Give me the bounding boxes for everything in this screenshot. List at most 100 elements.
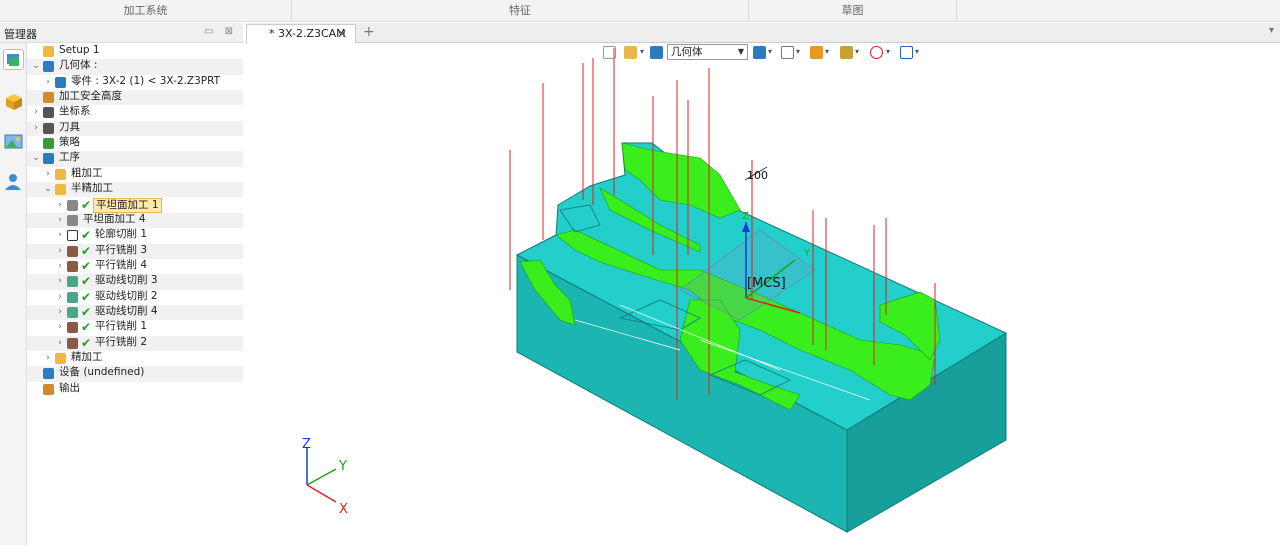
operation-icon [43, 153, 54, 165]
expand-icon[interactable]: › [55, 305, 65, 320]
expand-icon[interactable]: › [55, 213, 65, 228]
chevron-down-icon[interactable]: ▾ [855, 47, 859, 56]
pick-tool-icon[interactable] [624, 46, 637, 59]
drive-curve-icon [67, 276, 78, 288]
contour-icon [67, 230, 78, 242]
tree-item-label: 粗加工 [71, 166, 103, 179]
chevron-down-icon[interactable]: ▾ [796, 47, 800, 56]
tree-item-label: 加工安全高度 [59, 90, 122, 103]
tree-row[interactable]: Setup 1 [27, 44, 243, 59]
tree-row[interactable]: › ✔ 平坦面加工 1 [27, 197, 243, 213]
machine-icon [43, 368, 54, 380]
flat-machining-icon [67, 214, 78, 226]
tree-row[interactable]: 策略 [27, 136, 243, 151]
close-tab-icon[interactable]: ✕ [337, 25, 347, 43]
tree-row[interactable]: 设备 (undefined) [27, 366, 243, 382]
manager-header: 管理器 ▭ ⊠ [0, 23, 243, 43]
safe-height-icon [43, 92, 54, 104]
tree-row[interactable]: › 刀具 [27, 120, 243, 137]
add-tab-icon[interactable]: + [363, 24, 375, 40]
chevron-down-icon[interactable]: ▾ [640, 47, 644, 56]
tree-row[interactable]: › 零件 : 3X-2 (1) < 3X-2.Z3PRT [27, 75, 243, 90]
expand-icon[interactable]: › [43, 167, 53, 182]
triad-z-label: Z [302, 437, 311, 452]
image-browser-icon[interactable] [3, 131, 24, 152]
tree-row[interactable]: › 粗加工 [27, 167, 243, 182]
parallel-milling-icon [67, 322, 78, 334]
tree-row[interactable]: › ✔ 平行铣削 3 [27, 243, 243, 259]
tree-row[interactable]: 加工安全高度 [27, 90, 243, 106]
part-browser-icon[interactable] [3, 91, 24, 112]
tree-row[interactable]: › 精加工 [27, 351, 243, 366]
cam-manager-tab-icon[interactable] [3, 49, 24, 70]
collapse-icon[interactable]: ⌄ [31, 59, 41, 74]
tree-item-label: 平行铣削 1 [95, 320, 148, 333]
geometry-select[interactable]: 几何体 ▼ [667, 44, 748, 60]
graphics-viewport[interactable]: 100 Z Y [MCS] Z Y X [246, 43, 1280, 545]
tree-row[interactable]: ⌄ 半精加工 [27, 182, 243, 198]
check-icon: ✔ [81, 197, 92, 212]
expand-icon[interactable]: › [55, 290, 65, 305]
expand-icon[interactable]: › [55, 198, 65, 213]
chevron-down-icon[interactable]: ▾ [768, 47, 772, 56]
check-icon: ✔ [81, 258, 92, 273]
tree-row[interactable]: › ✔ 驱动线切削 2 [27, 290, 243, 305]
user-icon[interactable] [3, 171, 24, 192]
check-icon: ✔ [81, 289, 92, 304]
tree-row[interactable]: › 平坦面加工 4 [27, 212, 243, 229]
mcs-label[interactable]: [MCS] [747, 276, 786, 291]
expand-icon[interactable]: › [31, 105, 41, 120]
model-view: 100 Z Y [MCS] Z Y X [302, 48, 1008, 533]
tree-row[interactable]: 输出 [27, 382, 243, 397]
chevron-down-icon[interactable]: ▾ [886, 47, 890, 56]
folder-icon [55, 353, 66, 364]
tree-row[interactable]: › ✔ 平行铣削 1 [27, 320, 243, 335]
check-icon: ✔ [81, 335, 92, 350]
expand-icon[interactable]: › [31, 121, 41, 136]
expand-icon[interactable]: › [55, 274, 65, 289]
expand-icon[interactable]: › [43, 75, 53, 90]
chevron-down-icon[interactable]: ▾ [825, 47, 829, 56]
expand-icon[interactable]: › [55, 320, 65, 335]
ribbon-tab-features[interactable]: 特征 [292, 0, 749, 22]
tree-row[interactable]: › ✔ 驱动线切削 4 [27, 304, 243, 321]
tree-item-label: 策略 [59, 136, 80, 149]
tree-row[interactable]: › ✔ 平行铣削 2 [27, 335, 243, 351]
manager-window-buttons[interactable]: ▭ ⊠ [204, 26, 237, 37]
wireframe-view-icon[interactable] [781, 46, 794, 59]
expand-icon[interactable]: › [55, 336, 65, 351]
tree-row[interactable]: › ✔ 驱动线切削 3 [27, 274, 243, 290]
strategy-icon [43, 138, 54, 150]
tree-item-label: 几何体 : [59, 59, 98, 72]
collapse-icon[interactable]: ⌄ [31, 151, 41, 166]
filter-icon[interactable] [650, 46, 663, 59]
triad-x-label: X [339, 502, 348, 517]
chevron-down-icon: ▼ [737, 47, 744, 56]
target-icon[interactable] [870, 46, 883, 59]
ribbon-tab-machining-system[interactable]: 加工系统 [0, 0, 292, 22]
expand-icon[interactable]: › [55, 244, 65, 259]
tab-overflow-icon[interactable]: ▾ [1269, 25, 1274, 36]
expand-icon[interactable]: › [55, 259, 65, 274]
tree-row[interactable]: › ✔ 平行铣削 4 [27, 259, 243, 274]
view-orientation-icon[interactable] [810, 46, 823, 59]
setup-folder-icon [43, 46, 54, 57]
section-view-icon[interactable] [900, 46, 913, 59]
render-mode-icon[interactable] [840, 46, 853, 59]
tree-row[interactable]: ⌄ 几何体 : [27, 59, 243, 75]
tree-row[interactable]: › ✔ 轮廓切削 1 [27, 228, 243, 243]
chevron-down-icon[interactable]: ▾ [915, 47, 919, 56]
dimension-label[interactable]: 100 [747, 169, 768, 182]
check-icon: ✔ [81, 304, 92, 319]
tree-row[interactable]: › 坐标系 [27, 105, 243, 120]
tree-row[interactable]: ⌄ 工序 [27, 151, 243, 167]
expand-icon[interactable]: › [43, 351, 53, 366]
expand-icon[interactable]: › [55, 228, 65, 243]
select-filter-icon[interactable] [603, 46, 616, 59]
document-tab[interactable]: * 3X-2.Z3CAM ✕ [246, 24, 356, 43]
ribbon-bar: 加工系统 特征 草图 [0, 0, 1280, 22]
ribbon-tab-sketch[interactable]: 草图 [749, 0, 957, 22]
collapse-icon[interactable]: ⌄ [43, 182, 53, 197]
tool-icon [43, 122, 54, 134]
shaded-view-icon[interactable] [753, 46, 766, 59]
